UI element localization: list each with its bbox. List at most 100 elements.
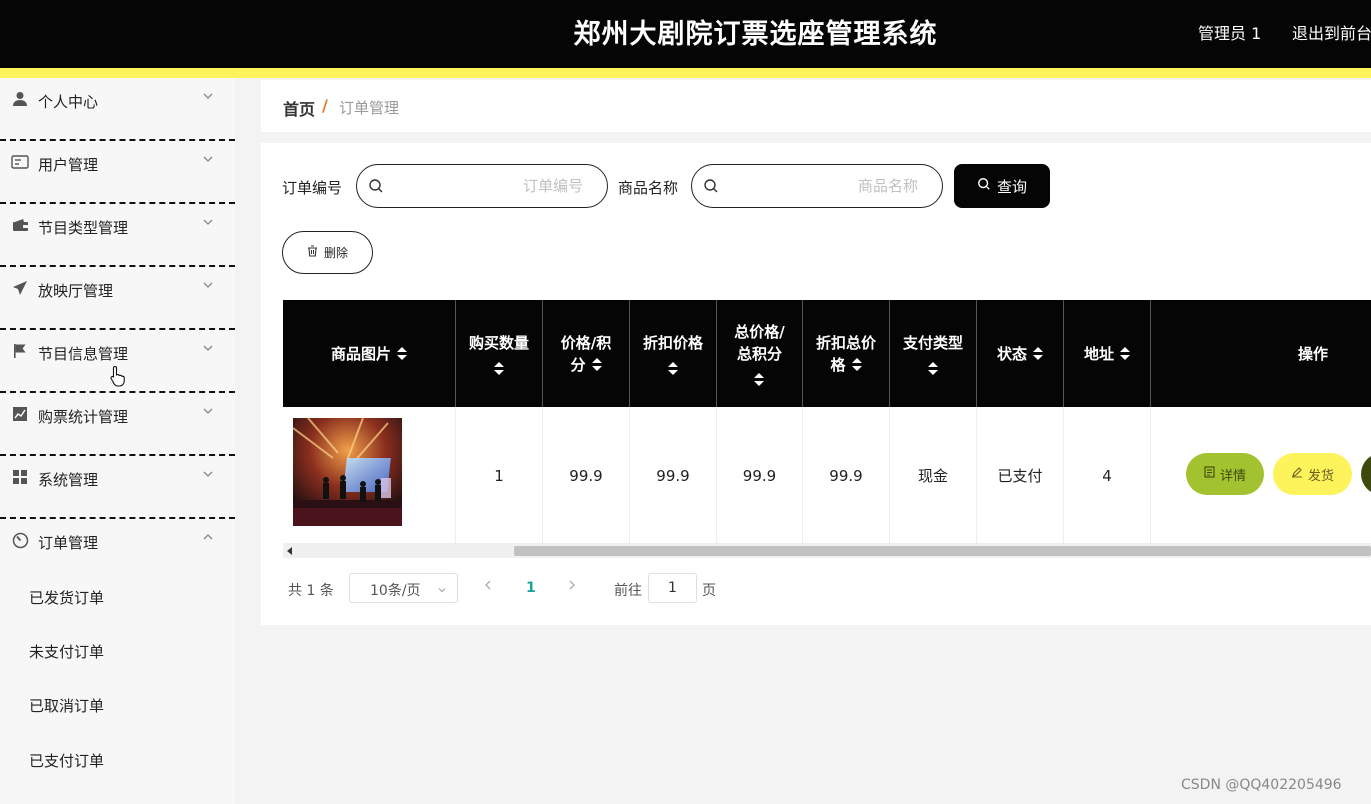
submenu-cancelled-orders[interactable]: 已取消订单 <box>29 695 104 716</box>
sort-icon[interactable] <box>754 372 765 387</box>
app-title: 郑州大剧院订票选座管理系统 <box>573 19 938 50</box>
column-label: 支付类型 <box>902 333 963 352</box>
column-header-price[interactable]: 价格/积分 <box>543 300 630 407</box>
cell-discount-total: 99.9 <box>803 407 890 544</box>
product-name-label: 商品名称 <box>618 179 679 197</box>
page-size-select[interactable]: 10条/页 <box>349 573 458 603</box>
order-no-input[interactable] <box>393 174 583 198</box>
cell-status: 已支付 <box>977 407 1064 544</box>
product-name-search[interactable] <box>691 164 943 208</box>
sidebar: 个人中心 用户管理 节目类型管理 放映厅管理 节目信息管理 购票统计管理 系统管… <box>0 78 235 804</box>
prev-page-button[interactable] <box>483 579 493 595</box>
ship-button[interactable]: 发货 <box>1273 453 1352 495</box>
column-header-address[interactable]: 地址 <box>1064 300 1151 407</box>
column-label: 格 <box>830 355 846 374</box>
next-page-button[interactable] <box>567 579 577 595</box>
chevron-down-icon <box>437 583 447 599</box>
chevron-down-icon <box>202 150 216 164</box>
exit-to-frontend-link[interactable]: 退出到前台 <box>1292 20 1371 44</box>
chevron-down-icon <box>202 213 216 227</box>
column-header-discount[interactable]: 折扣价格 <box>630 300 717 407</box>
pagination-total: 共 1 条 <box>288 583 334 599</box>
column-label: 分 <box>570 355 586 374</box>
sidebar-item-label: 购票统计管理 <box>38 408 129 426</box>
sidebar-item-ticket-stats[interactable]: 购票统计管理 <box>0 393 235 456</box>
cell-discount: 99.9 <box>630 407 717 544</box>
admin-user-label[interactable]: 管理员 1 <box>1198 20 1261 44</box>
sort-icon[interactable] <box>927 361 938 376</box>
scrollbar-thumb[interactable] <box>514 546 1371 556</box>
sort-icon[interactable] <box>851 357 862 372</box>
cell-price: 99.9 <box>543 407 630 544</box>
chevron-down-icon <box>202 402 216 416</box>
edit-icon <box>1291 466 1303 482</box>
column-label: 地址 <box>1083 344 1114 363</box>
column-label: 折扣总价 <box>815 333 876 352</box>
sidebar-item-label: 用户管理 <box>38 156 99 174</box>
submenu-shipped-orders[interactable]: 已发货订单 <box>29 587 104 608</box>
column-header-pay-type[interactable]: 支付类型 <box>890 300 977 407</box>
table-horizontal-scrollbar[interactable] <box>283 544 1371 558</box>
product-thumbnail[interactable] <box>293 418 402 526</box>
sidebar-item-program-type[interactable]: 节目类型管理 <box>0 204 235 267</box>
wallet-icon <box>11 216 29 234</box>
sidebar-item-order-management[interactable]: 订单管理 <box>0 519 235 582</box>
order-no-search[interactable] <box>356 164 608 208</box>
sidebar-item-label: 放映厅管理 <box>38 282 114 300</box>
page-size-value: 10条/页 <box>370 583 421 599</box>
ship-button-label: 发货 <box>1307 468 1334 484</box>
detail-button-label: 详情 <box>1219 468 1246 484</box>
query-button-label: 查询 <box>996 177 1027 196</box>
column-header-qty[interactable]: 购买数量 <box>456 300 543 407</box>
column-label: 商品图片 <box>330 344 391 363</box>
chevron-down-icon <box>202 339 216 353</box>
hand-cursor-icon <box>110 365 126 391</box>
sort-icon[interactable] <box>1120 346 1130 361</box>
column-label: 操作 <box>1297 344 1328 363</box>
top-header: 郑州大剧院订票选座管理系统 管理员 1 退出到前台 <box>0 0 1371 68</box>
page-number-current[interactable]: 1 <box>526 580 536 596</box>
sidebar-item-label: 节目信息管理 <box>38 345 129 363</box>
scroll-left-arrow-icon[interactable] <box>287 547 292 555</box>
query-button[interactable]: 查询 <box>954 164 1050 208</box>
sort-icon[interactable] <box>667 361 678 376</box>
goto-page-input[interactable] <box>648 573 697 603</box>
column-header-status[interactable]: 状态 <box>977 300 1064 407</box>
goto-label: 前往 <box>614 583 642 599</box>
page-suffix-label: 页 <box>702 583 716 599</box>
paper-plane-icon <box>11 279 29 297</box>
watermark: CSDN @QQ402205496 <box>1181 777 1342 793</box>
table-header: 商品图片 购买数量 价格/积分 折扣价格 总价格/总积分 折扣总价格 支付类型 … <box>283 300 1371 407</box>
sidebar-item-system-management[interactable]: 系统管理 <box>0 456 235 519</box>
delete-button[interactable]: 删除 <box>282 231 373 274</box>
breadcrumb: 首页 / 订单管理 <box>261 80 1371 132</box>
column-label: 折扣价格 <box>642 333 703 352</box>
submenu-paid-orders[interactable]: 已支付订单 <box>29 750 104 771</box>
sort-icon[interactable] <box>591 357 602 372</box>
chart-icon <box>11 405 29 423</box>
product-name-input[interactable] <box>728 174 918 198</box>
detail-button[interactable]: 详情 <box>1186 453 1264 495</box>
sidebar-item-personal-center[interactable]: 个人中心 <box>0 78 235 141</box>
more-action-button[interactable] <box>1361 453 1371 495</box>
flag-icon <box>11 342 29 360</box>
breadcrumb-home[interactable]: 首页 <box>283 96 315 120</box>
trash-icon <box>307 245 318 260</box>
sort-icon[interactable] <box>397 346 407 361</box>
sidebar-item-user-management[interactable]: 用户管理 <box>0 141 235 204</box>
document-icon <box>1204 466 1215 482</box>
breadcrumb-current: 订单管理 <box>339 99 400 117</box>
gauge-icon <box>11 531 29 549</box>
sidebar-item-label: 订单管理 <box>38 534 99 552</box>
sidebar-item-label: 系统管理 <box>38 471 99 489</box>
sidebar-item-screening-hall[interactable]: 放映厅管理 <box>0 267 235 330</box>
submenu-unpaid-orders[interactable]: 未支付订单 <box>29 641 104 662</box>
search-icon <box>368 178 384 198</box>
column-header-total[interactable]: 总价格/总积分 <box>717 300 803 407</box>
sort-icon[interactable] <box>493 361 504 376</box>
column-header-discount-total[interactable]: 折扣总价格 <box>803 300 890 407</box>
column-header-image[interactable]: 商品图片 <box>283 300 456 407</box>
sort-icon[interactable] <box>1033 346 1043 361</box>
sidebar-item-label: 个人中心 <box>38 93 99 111</box>
cell-pay-type: 现金 <box>890 407 977 544</box>
